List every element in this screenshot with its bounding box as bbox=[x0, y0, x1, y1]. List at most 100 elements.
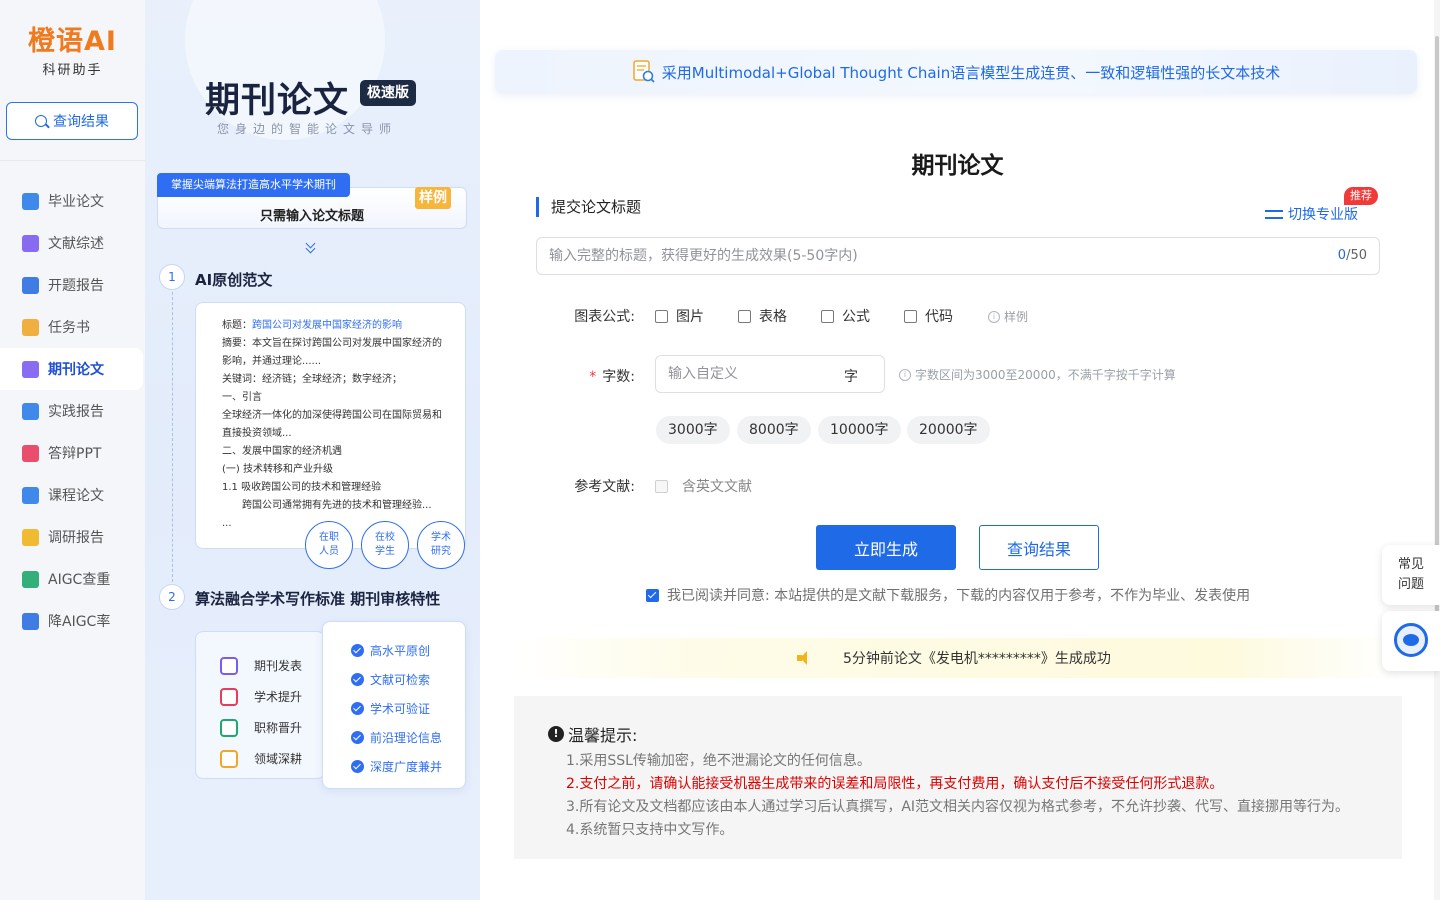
switch-pro-link[interactable]: 切换专业版 bbox=[1265, 204, 1358, 224]
sidebar-item-label: 调研报告 bbox=[48, 530, 104, 546]
generate-button[interactable]: 立即生成 bbox=[816, 525, 956, 570]
sidebar-item-label: 期刊论文 bbox=[48, 362, 104, 378]
check-circle-icon bbox=[351, 702, 364, 715]
sidebar-query-label: 查询结果 bbox=[53, 113, 109, 129]
sidebar-item-8[interactable]: 调研报告 bbox=[0, 516, 145, 558]
checkbox-table[interactable]: 表格 bbox=[738, 306, 787, 326]
faq-button[interactable]: 常见 问题 bbox=[1382, 545, 1440, 605]
check-doc-icon bbox=[22, 570, 39, 588]
checkbox-formula[interactable]: 公式 bbox=[821, 306, 870, 326]
feature-item: 文献可检索 bbox=[351, 665, 465, 694]
headset-icon bbox=[1394, 623, 1428, 657]
stack-icon bbox=[22, 276, 39, 294]
brand-logo[interactable]: 橙语AI 科研助手 bbox=[0, 26, 145, 78]
chart-formula-label: 图表公式: bbox=[574, 309, 635, 325]
sidebar-item-4[interactable]: 期刊论文 bbox=[0, 348, 143, 390]
info-icon: i bbox=[899, 368, 911, 381]
sample-doc-text: 全球经济一体化的加深使得跨国公司在国际贸易和直接投资领域... bbox=[222, 410, 442, 439]
checkbox-box[interactable] bbox=[821, 309, 834, 323]
graduation-cap-icon bbox=[22, 192, 39, 210]
banner-text: 采用Multimodal+Global Thought Chain语言模型生成连… bbox=[661, 63, 1281, 82]
journal-icon bbox=[22, 360, 39, 378]
char-counter: 0/50 bbox=[1337, 248, 1367, 263]
scrollbar[interactable] bbox=[1434, 0, 1440, 900]
sidebar-query-button[interactable]: 查询结果 bbox=[6, 102, 138, 140]
sidebar-item-label: 课程论文 bbox=[48, 488, 104, 504]
checkbox-box[interactable] bbox=[738, 309, 751, 323]
chip-research: 学术 研究 bbox=[417, 521, 465, 569]
feature-item: 深度广度兼并 bbox=[351, 752, 465, 781]
step-2-title: 算法融合学术写作标准 期刊审核特性 bbox=[195, 590, 441, 608]
word-count-input[interactable] bbox=[656, 356, 836, 392]
sample-badge[interactable]: 样例 bbox=[415, 187, 451, 209]
word-unit: 字 bbox=[844, 369, 858, 385]
feature-item: 高水平原创 bbox=[351, 636, 465, 665]
preset-3000[interactable]: 3000字 bbox=[656, 416, 730, 444]
promo-subtitle: 您身边的智能论文导师 bbox=[217, 122, 398, 136]
sample-document-card: 标题：跨国公司对发展中国家经济的影响 摘要：本文旨在探讨跨国公司对发展中国家经济… bbox=[195, 302, 466, 549]
query-result-button[interactable]: 查询结果 bbox=[979, 525, 1099, 570]
preset-8000[interactable]: 8000字 bbox=[737, 416, 811, 444]
chevron-down-icon bbox=[305, 240, 317, 252]
word-count-container: 字 bbox=[655, 355, 885, 393]
checkbox-code[interactable]: 代码 bbox=[904, 306, 953, 326]
check-circle-icon bbox=[351, 644, 364, 657]
brand-name: 橙语AI bbox=[28, 26, 117, 57]
agreement-checkbox[interactable]: 我已阅读并同意: 本站提供的是文献下载服务，下载的内容仅用于参考，不作为毕业、发… bbox=[646, 585, 1250, 605]
tip-item-warning: 2.支付之前，请确认能接受机器生成带来的误差和局限性，再支付费用，确认支付后不接… bbox=[566, 776, 1224, 792]
checkbox-english-refs[interactable]: 含英文文献 bbox=[655, 476, 752, 496]
sidebar-nav: 毕业论文 文献综述 开题报告 任务书期刊论文实践报告 答辩PPT 课程论文调研报告 AIGC… bbox=[0, 180, 145, 642]
promo-panel: 期刊论文 极速版 您身边的智能论文导师 掌握尖端算法打造高水平学术期刊 只需输入… bbox=[145, 0, 480, 900]
course-doc-icon bbox=[22, 486, 39, 504]
journal-publish-icon bbox=[220, 656, 238, 675]
sidebar-item-2[interactable]: 开题报告 bbox=[0, 264, 145, 306]
tips-header: ! 温馨提示: bbox=[548, 722, 1402, 746]
sidebar-item-7[interactable]: 课程论文 bbox=[0, 474, 145, 516]
reference-label: 参考文献: bbox=[574, 479, 635, 495]
chart-sample-link[interactable]: i 样例 bbox=[988, 308, 1028, 325]
customer-service-button[interactable] bbox=[1382, 611, 1440, 671]
sidebar-divider bbox=[0, 160, 145, 161]
sidebar-item-label: 降AIGC率 bbox=[48, 614, 111, 630]
checkbox-box[interactable] bbox=[655, 309, 668, 323]
cap-icon bbox=[220, 687, 238, 706]
feature-item: 学术可验证 bbox=[351, 694, 465, 723]
features-card: 高水平原创 文献可检索 学术可验证 前沿理论信息 深度广度兼并 bbox=[322, 621, 466, 789]
tip-item: 1.采用SSL传输加密，绝不泄漏论文的任何信息。 bbox=[566, 753, 871, 769]
section-title: 提交论文标题 bbox=[536, 197, 641, 217]
checked-box-icon[interactable] bbox=[646, 588, 659, 602]
sidebar-item-1[interactable]: 文献综述 bbox=[0, 222, 145, 264]
sidebar-item-10[interactable]: 降AIGC率 bbox=[0, 600, 145, 642]
info-icon: i bbox=[988, 310, 1000, 323]
sidebar-item-5[interactable]: 实践报告 bbox=[0, 390, 145, 432]
sidebar-item-0[interactable]: 毕业论文 bbox=[0, 180, 145, 222]
document-search-icon bbox=[632, 59, 656, 85]
title-input[interactable] bbox=[537, 238, 1317, 274]
notice-text: 5分钟前论文《发电机*********》生成成功 bbox=[843, 651, 1111, 667]
sidebar-item-9[interactable]: AIGC查重 bbox=[0, 558, 145, 600]
sidebar-item-6[interactable]: 答辩PPT bbox=[0, 432, 145, 474]
checkbox-box[interactable] bbox=[904, 309, 917, 323]
exclamation-icon: ! bbox=[548, 726, 564, 742]
agreement-text: 我已阅读并同意: 本站提供的是文献下载服务，下载的内容仅用于参考，不作为毕业、发… bbox=[667, 588, 1251, 604]
checkbox-box[interactable] bbox=[655, 479, 668, 493]
step-2-number: 2 bbox=[159, 584, 185, 610]
check-circle-icon bbox=[351, 673, 364, 686]
preset-20000[interactable]: 20000字 bbox=[907, 416, 990, 444]
search-icon bbox=[35, 115, 47, 127]
edit-note-icon bbox=[22, 318, 39, 336]
sample-doc-title: 标题：跨国公司对发展中国家经济的影响 bbox=[222, 320, 402, 331]
checkbox-image[interactable]: 图片 bbox=[655, 306, 704, 326]
chip-employee: 在职 人员 bbox=[305, 521, 353, 569]
speaker-icon bbox=[797, 651, 813, 665]
sample-doc-subsection: 1.1 吸收跨国公司的技术和管理经验 bbox=[222, 482, 382, 493]
benefits-card: 期刊发表 学术提升 职称晋升 领域深耕 bbox=[195, 631, 325, 779]
trend-down-icon bbox=[22, 612, 39, 630]
tip-item: 3.所有论文及文档都应该由本人通过学习后认真撰写，AI范文相关内容仅视为格式参考… bbox=[566, 799, 1350, 815]
brand-subtitle: 科研助手 bbox=[42, 63, 103, 78]
person-up-icon bbox=[220, 718, 238, 737]
preset-10000[interactable]: 10000字 bbox=[818, 416, 901, 444]
sample-doc-section: 二、发展中国家的经济机遇 bbox=[222, 446, 342, 457]
sidebar-item-3[interactable]: 任务书 bbox=[0, 306, 145, 348]
benefit-item: 期刊发表 bbox=[220, 650, 324, 681]
